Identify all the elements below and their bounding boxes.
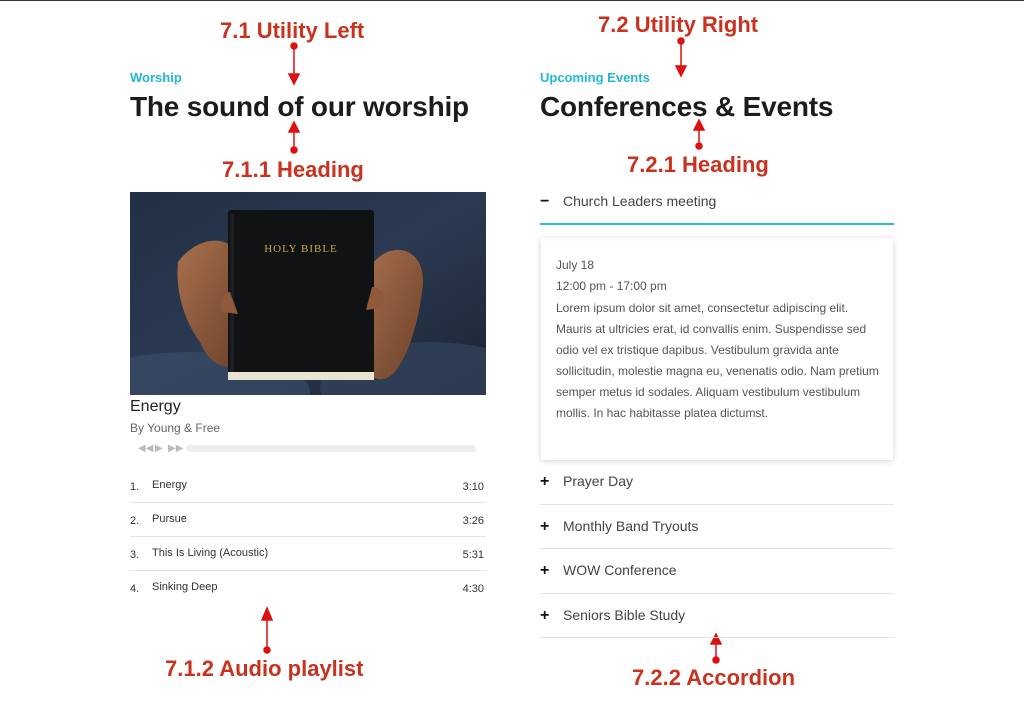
rewind-icon[interactable]: ◀◀ [138,443,153,454]
events-eyebrow: Upcoming Events [540,70,650,85]
accordion-label: Prayer Day [563,473,634,489]
accordion-divider [540,548,894,549]
track-number: 4. [130,583,140,595]
accordion-divider [540,637,894,638]
track-number: 3. [130,549,140,561]
accordion-label: Church Leaders meeting [563,193,717,209]
accordion-item-wow-conference[interactable]: + WOW Conference [540,562,894,606]
accordion-item-prayer-day[interactable]: + Prayer Day [540,473,894,517]
worship-eyebrow: Worship [130,70,182,85]
track-duration: 3:26 [462,515,484,527]
track-duration: 5:31 [462,549,484,561]
track-name: This Is Living (Acoustic) [152,547,269,559]
plus-icon: + [540,562,550,579]
plus-icon: + [540,518,550,535]
now-playing-title: Energy [130,398,181,415]
accordion-divider [540,504,894,505]
audio-playlist: 1. Energy 3:10 2. Pursue 3:26 3. This Is… [130,469,486,604]
playlist-item[interactable]: 4. Sinking Deep 4:30 [130,571,486,604]
fast-forward-icon[interactable]: ▶▶ [168,443,183,454]
accordion-item-monthly-band-tryouts[interactable]: + Monthly Band Tryouts [540,518,894,562]
audio-player: ◀◀ ▶ ▶▶ [130,442,480,456]
progress-bar[interactable] [186,445,476,452]
bible-photo: HOLY BIBLE [130,192,486,395]
plus-icon: + [540,607,550,624]
playlist-item[interactable]: 1. Energy 3:10 [130,469,486,503]
accordion-active-divider [540,223,894,225]
accordion-item-church-leaders-meeting[interactable]: − Church Leaders meeting [540,193,894,237]
event-description: Lorem ipsum dolor sit amet, consectetur … [556,301,879,420]
worship-heading: The sound of our worship [130,91,469,122]
play-icon[interactable]: ▶ [155,443,163,454]
track-duration: 4:30 [462,583,484,595]
track-name: Energy [152,479,187,491]
bible-cover-text: HOLY BIBLE [264,243,338,255]
event-date: July 18 [556,258,595,272]
accordion-panel: July 18 12:00 pm - 17:00 pm Lorem ipsum … [541,238,893,460]
event-time: 12:00 pm - 17:00 pm [556,279,667,293]
accordion-label: WOW Conference [563,562,677,578]
arrow-head [287,73,301,86]
plus-icon: + [540,473,550,490]
track-number: 1. [130,481,140,493]
accordion-item-seniors-bible-study[interactable]: + Seniors Bible Study [540,607,894,651]
playlist-item[interactable]: 3. This Is Living (Acoustic) 5:31 [130,537,486,571]
now-playing-artist: By Young & Free [130,421,221,435]
minus-icon: − [540,193,550,210]
track-name: Pursue [152,513,187,525]
accordion-label: Monthly Band Tryouts [563,518,699,534]
events-heading: Conferences & Events [540,91,834,122]
track-name: Sinking Deep [152,581,218,593]
accordion-label: Seniors Bible Study [563,607,686,623]
track-duration: 3:10 [462,481,484,493]
track-number: 2. [130,515,140,527]
playlist-item[interactable]: 2. Pursue 3:26 [130,503,486,537]
accordion-divider [540,593,894,594]
